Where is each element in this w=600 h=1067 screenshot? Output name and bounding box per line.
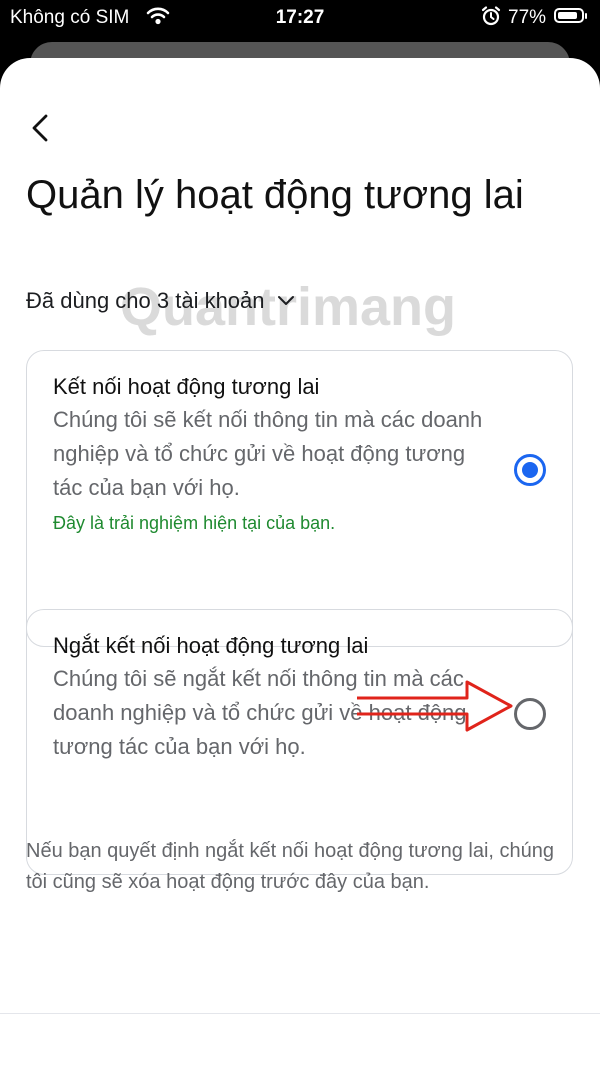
option-title: Kết nối hoạt động tương lai xyxy=(53,374,320,399)
current-experience-note: Đây là trải nghiệm hiện tại của bạn. xyxy=(53,513,336,533)
radio-connect-selected[interactable] xyxy=(514,454,546,486)
annotation-arrow-icon xyxy=(355,676,515,741)
back-button[interactable] xyxy=(26,110,56,146)
battery-icon xyxy=(554,8,587,23)
accounts-label: Đã dùng cho 3 tài khoản xyxy=(26,288,265,313)
chevron-left-icon xyxy=(32,114,48,142)
option-card-connect[interactable]: Kết nối hoạt động tương lai Chúng tôi sẽ… xyxy=(26,350,573,647)
radio-disconnect[interactable] xyxy=(514,698,546,730)
page-title: Quản lý hoạt động tương lai xyxy=(26,173,524,217)
battery-percent: 77% xyxy=(508,7,547,28)
accounts-dropdown[interactable]: Đã dùng cho 3 tài khoản xyxy=(26,288,295,314)
alarm-icon xyxy=(480,5,502,33)
status-bar: Không có SIM 17:27 77% xyxy=(0,0,600,34)
bottom-divider xyxy=(0,1013,600,1014)
footnote-text: Nếu bạn quyết định ngắt kết nối hoạt độn… xyxy=(26,840,554,893)
chevron-down-icon xyxy=(277,296,294,305)
manage-future-activity-sheet: Quản lý hoạt động tương lai Quantrimang … xyxy=(0,58,600,1067)
option-title: Ngắt kết nối hoạt động tương lai xyxy=(53,633,369,658)
option-description: Chúng tôi sẽ kết nối thông tin mà các do… xyxy=(53,407,483,500)
